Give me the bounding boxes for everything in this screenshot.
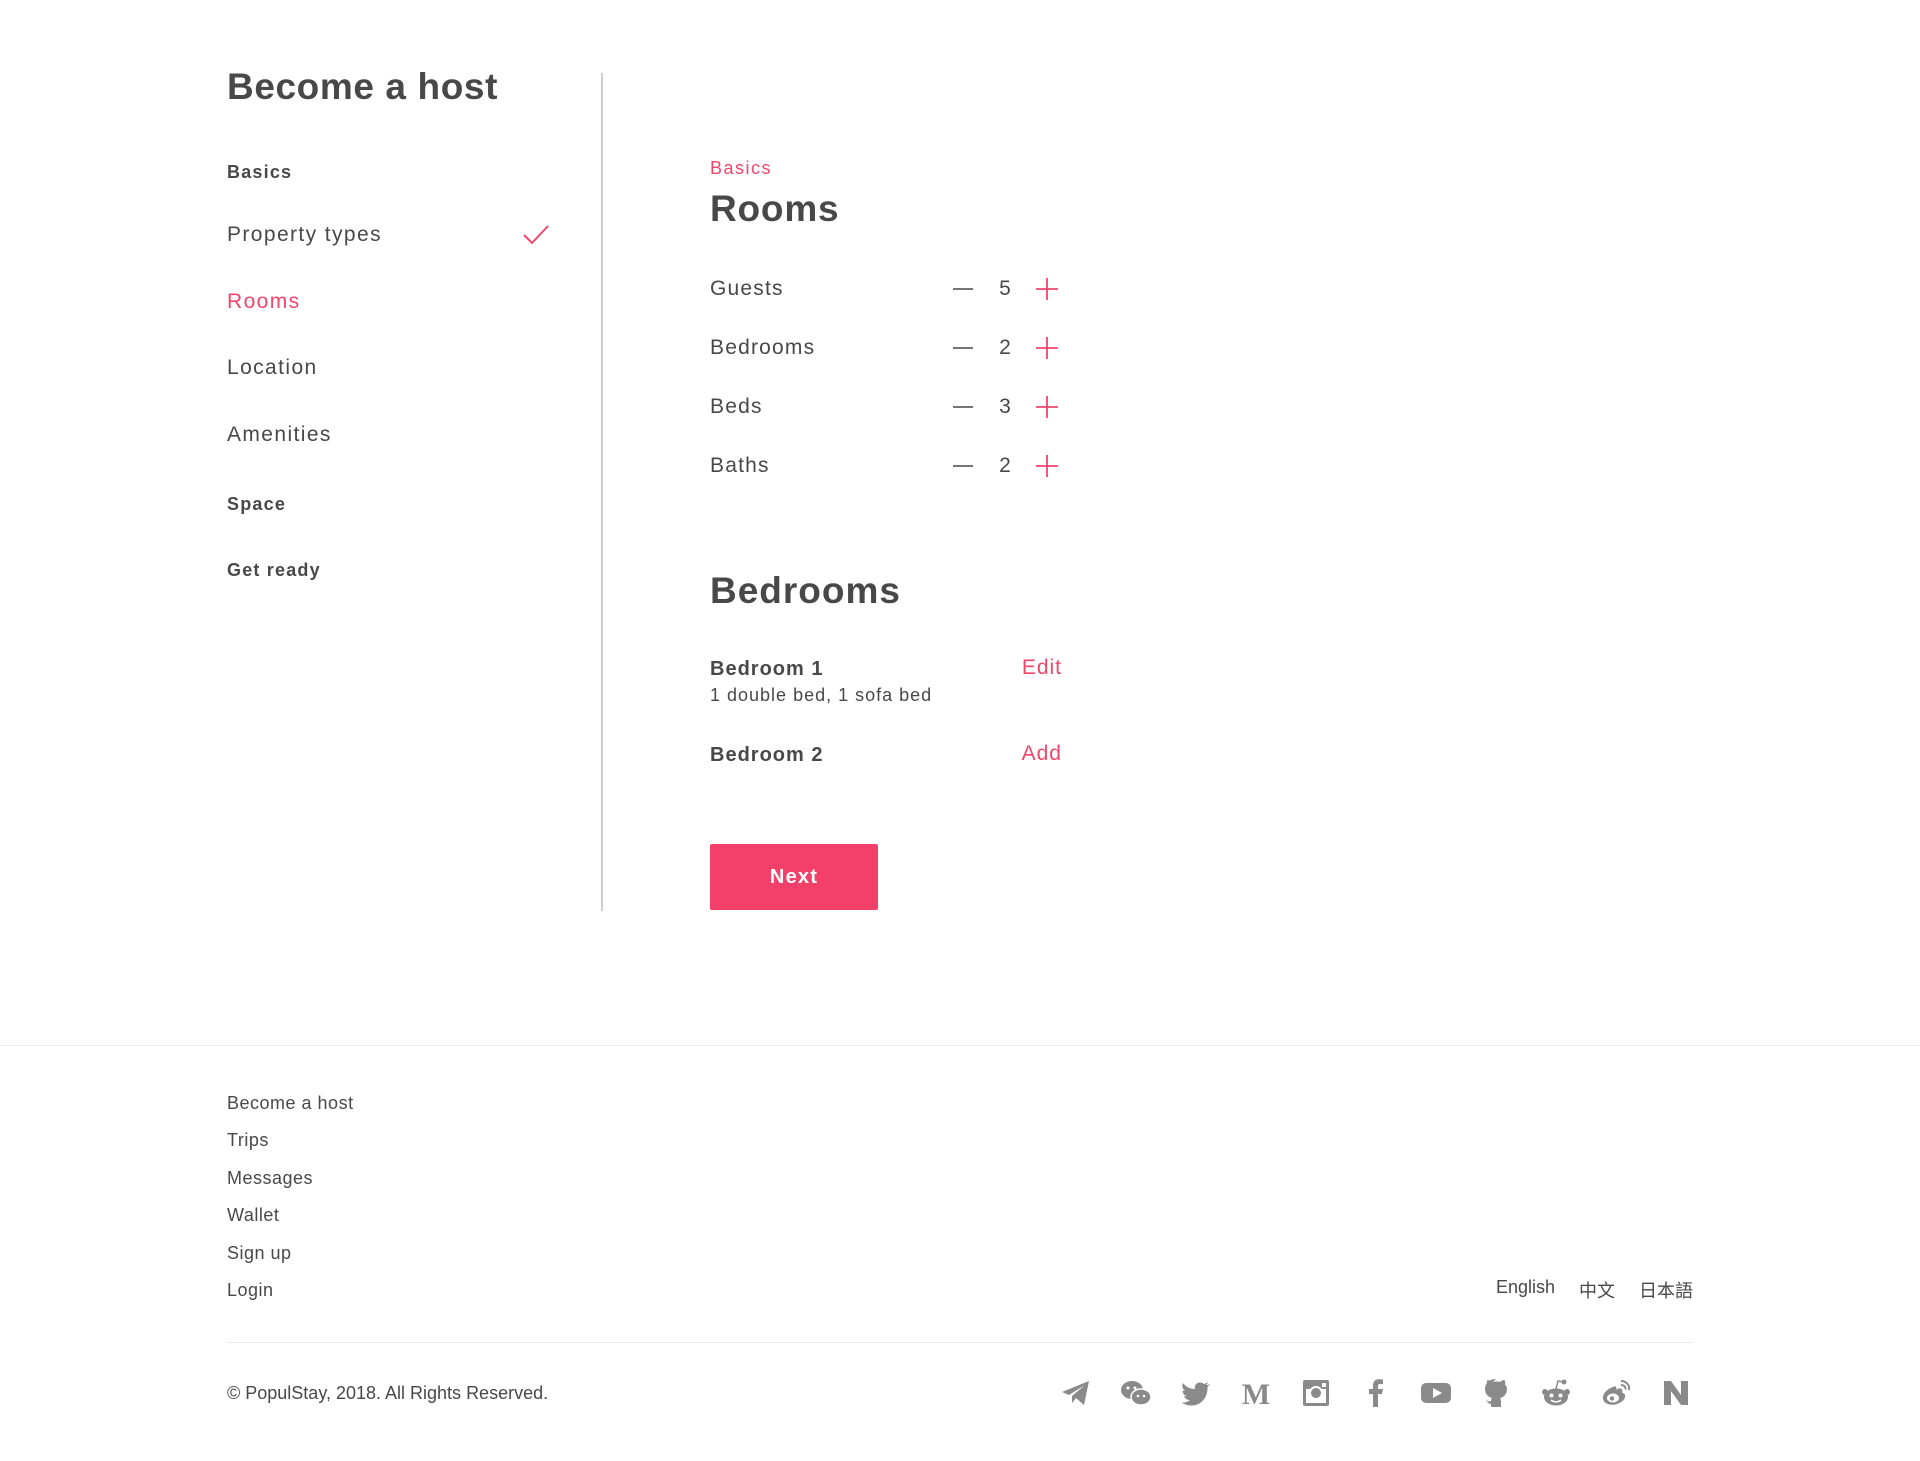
section-eyebrow: Basics <box>710 158 773 178</box>
stepper-value: 2 <box>999 336 1011 359</box>
bedroom-description: 1 double bed, 1 sofa bed <box>710 685 933 705</box>
counter-label: Beds <box>710 395 763 418</box>
beds-stepper: 3 <box>948 392 1062 422</box>
reddit-icon[interactable] <box>1539 1376 1573 1410</box>
guests-stepper: 5 <box>948 274 1062 304</box>
next-button[interactable]: Next <box>710 844 878 910</box>
sidebar-item-label: Rooms <box>227 290 301 313</box>
footer-bottom-divider <box>227 1342 1693 1343</box>
bedrooms-stepper: 2 <box>948 333 1062 363</box>
plus-icon[interactable] <box>1032 274 1062 304</box>
sidebar-item-property-types[interactable]: Property types <box>227 217 549 253</box>
stepper-value: 5 <box>999 277 1011 300</box>
medium-icon[interactable]: M <box>1239 1376 1273 1410</box>
sidebar-divider <box>601 73 603 911</box>
counter-bedrooms: Bedrooms 2 <box>710 328 1062 368</box>
bedroom-name: Bedroom 2 <box>710 744 824 766</box>
github-icon[interactable] <box>1479 1376 1513 1410</box>
bedroom-info: Bedroom 1 1 double bed, 1 sofa bed <box>710 658 932 706</box>
sidebar-item-amenities[interactable]: Amenities <box>227 417 547 453</box>
n-icon[interactable] <box>1659 1376 1693 1410</box>
plus-icon[interactable] <box>1032 451 1062 481</box>
svg-text:M: M <box>1242 1378 1270 1409</box>
footer-link-become-a-host[interactable]: Become a host <box>227 1090 354 1127</box>
wechat-icon[interactable] <box>1119 1376 1153 1410</box>
counter-baths: Baths 2 <box>710 446 1062 486</box>
language-chinese[interactable]: 中文 <box>1579 1277 1615 1303</box>
bedroom-name: Bedroom 1 <box>710 658 824 680</box>
language-japanese[interactable]: 日本語 <box>1639 1277 1693 1303</box>
language-english[interactable]: English <box>1496 1277 1555 1303</box>
bedrooms-title: Bedrooms <box>710 570 901 611</box>
edit-bedroom-link[interactable]: Edit <box>1022 656 1062 680</box>
twitter-icon[interactable] <box>1179 1376 1213 1410</box>
footer-link-trips[interactable]: Trips <box>227 1127 354 1164</box>
language-switcher: English 中文 日本語 <box>1496 1277 1693 1303</box>
footer-links: Become a host Trips Messages Wallet Sign… <box>227 1090 354 1314</box>
youtube-icon[interactable] <box>1419 1376 1453 1410</box>
copyright: © PopulStay, 2018. All Rights Reserved. <box>227 1383 549 1403</box>
sidebar-item-location[interactable]: Location <box>227 350 547 386</box>
check-icon <box>521 220 551 250</box>
baths-stepper: 2 <box>948 451 1062 481</box>
sidebar-item-label: Get ready <box>227 559 321 580</box>
stepper-value: 3 <box>999 395 1011 418</box>
sidebar-item-rooms[interactable]: Rooms <box>227 284 547 320</box>
stepper-value: 2 <box>999 454 1011 477</box>
bedroom-info: Bedroom 2 <box>710 744 823 767</box>
page-title: Rooms <box>710 188 840 229</box>
sidebar-item-label: Basics <box>227 161 293 182</box>
plus-icon[interactable] <box>1032 392 1062 422</box>
minus-icon[interactable] <box>948 274 978 304</box>
facebook-icon[interactable] <box>1359 1376 1393 1410</box>
sidebar-item-label: Space <box>227 493 287 514</box>
footer-link-messages[interactable]: Messages <box>227 1165 354 1202</box>
social-links: M <box>1059 1376 1693 1410</box>
sidebar-item-label: Property types <box>227 223 382 246</box>
minus-icon[interactable] <box>948 333 978 363</box>
telegram-icon[interactable] <box>1059 1376 1093 1410</box>
page: Become a host Basics Property types Room… <box>0 0 1920 1461</box>
minus-icon[interactable] <box>948 392 978 422</box>
footer-link-wallet[interactable]: Wallet <box>227 1202 354 1239</box>
counter-beds: Beds 3 <box>710 387 1062 427</box>
footer-link-sign-up[interactable]: Sign up <box>227 1240 354 1277</box>
plus-icon[interactable] <box>1032 333 1062 363</box>
counter-label: Guests <box>710 277 784 300</box>
sidebar-item-space[interactable]: Space <box>227 486 547 522</box>
counter-label: Baths <box>710 454 770 477</box>
counter-guests: Guests 5 <box>710 269 1062 309</box>
add-bedroom-link[interactable]: Add <box>1022 742 1062 766</box>
sidebar-item-label: Location <box>227 356 318 379</box>
bedroom-row-1: Bedroom 1 1 double bed, 1 sofa bed Edit <box>710 656 1062 706</box>
sidebar-title: Become a host <box>227 66 498 107</box>
instagram-icon[interactable] <box>1299 1376 1333 1410</box>
weibo-icon[interactable] <box>1599 1376 1633 1410</box>
footer-link-login[interactable]: Login <box>227 1277 354 1314</box>
sidebar-item-get-ready[interactable]: Get ready <box>227 552 547 588</box>
footer-divider <box>0 1045 1920 1046</box>
bedroom-row-2: Bedroom 2 Add <box>710 742 1062 767</box>
sidebar-item-label: Amenities <box>227 423 332 446</box>
counter-label: Bedrooms <box>710 336 816 359</box>
minus-icon[interactable] <box>948 451 978 481</box>
sidebar-item-basics[interactable]: Basics <box>227 154 547 190</box>
